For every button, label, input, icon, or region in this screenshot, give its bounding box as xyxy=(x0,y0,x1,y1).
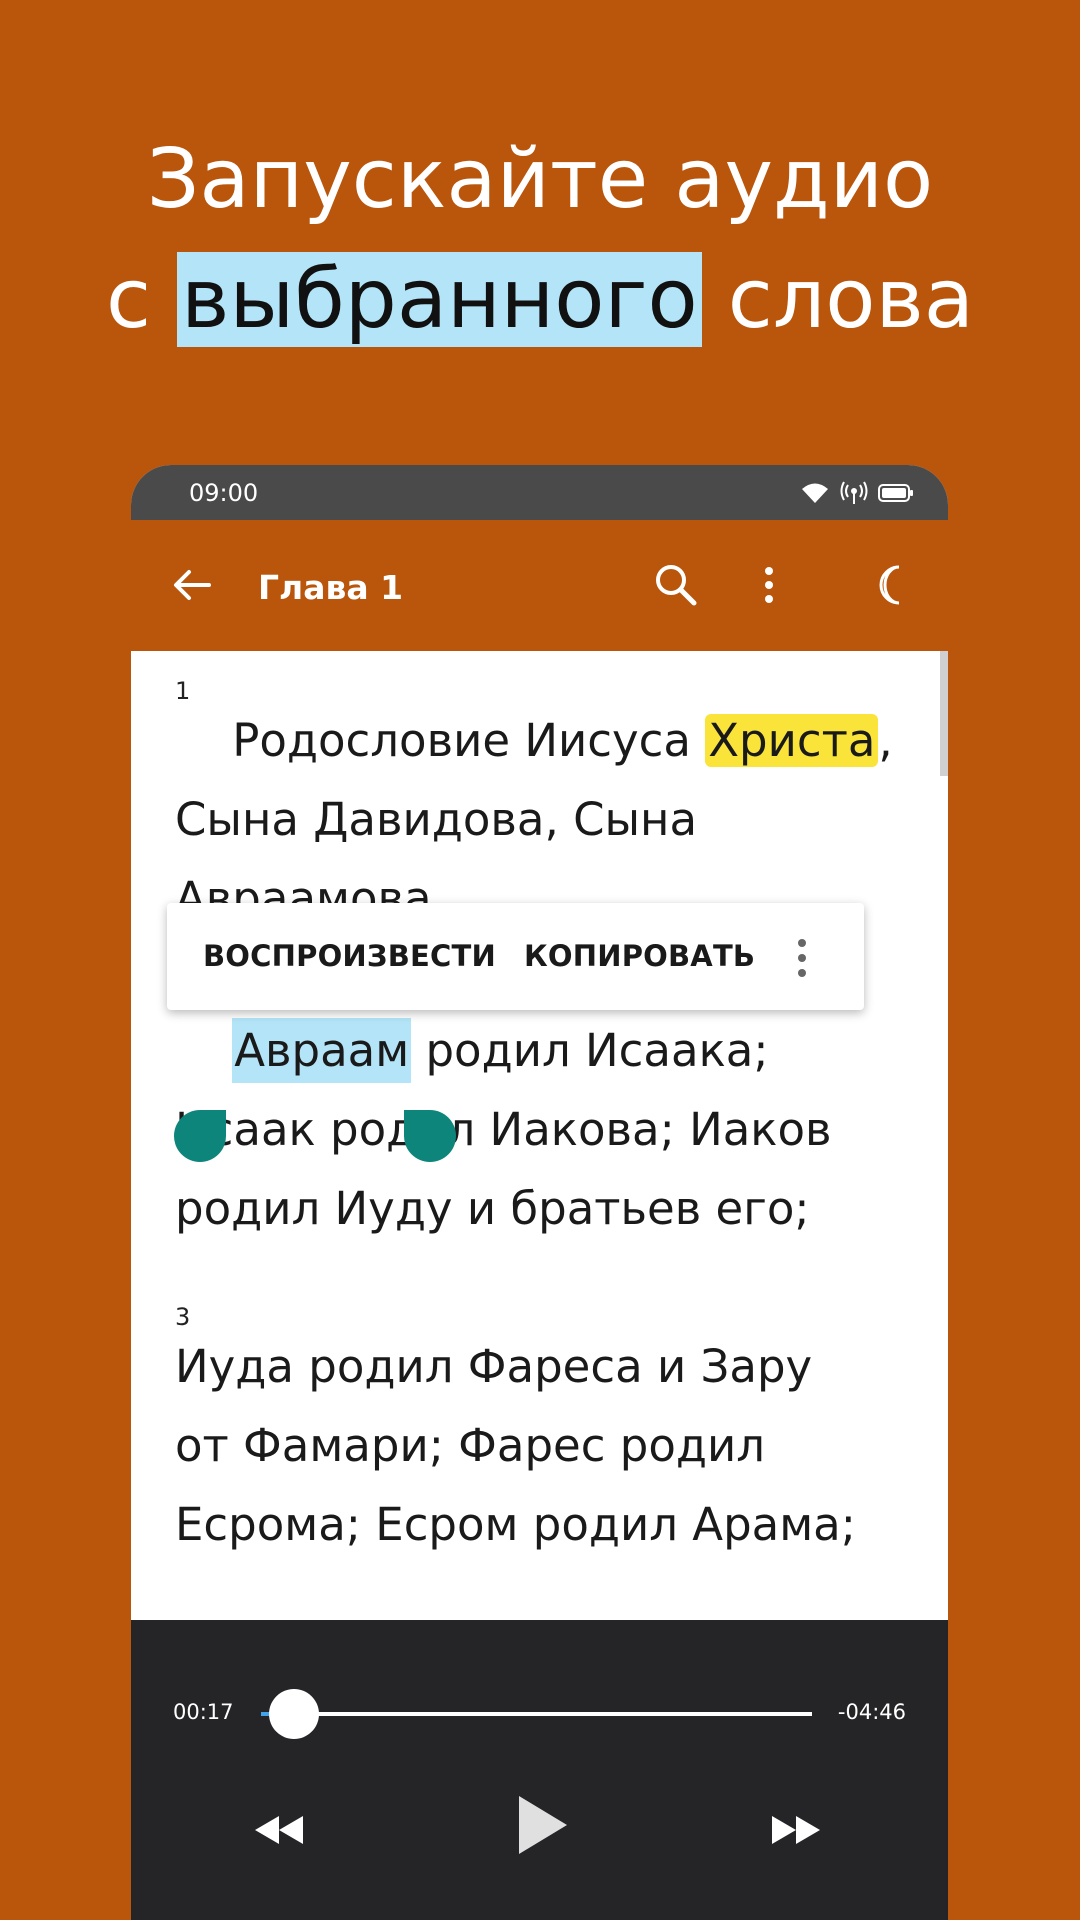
audio-player: 00:17 -04:46 xyxy=(131,1620,948,1920)
phone-screen: 09:00 Глава 1 1 Родословие Иисуса Христа… xyxy=(131,465,948,1920)
search-icon[interactable] xyxy=(651,560,701,610)
promo-line-2-suffix: слова xyxy=(701,252,975,347)
more-vertical-icon[interactable] xyxy=(795,937,809,979)
verse-line[interactable]: Родословие Иисуса Христа, xyxy=(175,712,893,770)
promo-line-1: Запускайте аудио xyxy=(146,132,934,227)
verse-line[interactable]: от Фамари; Фарес родил xyxy=(175,1417,765,1475)
chapter-title: Глава 1 xyxy=(258,568,404,607)
selected-word[interactable]: Авраам xyxy=(232,1018,412,1083)
battery-icon xyxy=(878,484,913,502)
seek-bar-thumb[interactable] xyxy=(269,1689,320,1739)
more-vertical-icon[interactable] xyxy=(759,560,779,610)
verse-line[interactable]: Есрома; Есром родил Арама; xyxy=(175,1496,856,1554)
night-mode-moon-icon[interactable] xyxy=(871,560,911,610)
elapsed-time: 00:17 xyxy=(173,1700,234,1724)
verse-line[interactable]: Авраам родил Исаака; xyxy=(175,1018,769,1083)
chapter-text-area[interactable]: 1 Родословие Иисуса Христа, Сына Давидов… xyxy=(131,651,948,1610)
status-bar: 09:00 xyxy=(131,465,948,520)
verse-line[interactable]: родил Иуду и братьев его; xyxy=(175,1180,810,1238)
verse-line[interactable]: Сына Давидова, Сына xyxy=(175,791,697,849)
promo-highlighted-word: выбранного xyxy=(177,252,702,347)
remaining-time: -04:46 xyxy=(837,1700,906,1724)
verse-text: Родословие Иисуса xyxy=(175,714,706,767)
promo-line-2-prefix: с xyxy=(105,252,178,347)
verse-line[interactable]: Иуда родил Фареса и Зару xyxy=(175,1338,812,1396)
verse-line[interactable]: Исаак родил Иакова; Иаков xyxy=(175,1101,832,1159)
verse-text: родил Исаака; xyxy=(411,1024,769,1077)
rewind-icon[interactable] xyxy=(251,1812,307,1848)
selection-popup-menu: ВОСПРОИЗВЕСТИ КОПИРОВАТЬ xyxy=(167,903,864,1010)
copy-button[interactable]: КОПИРОВАТЬ xyxy=(524,939,755,973)
seek-bar[interactable] xyxy=(261,1689,812,1739)
status-icons xyxy=(800,479,914,507)
signal-icon xyxy=(840,481,868,504)
back-arrow-icon[interactable] xyxy=(169,562,215,608)
wifi-icon xyxy=(802,483,828,503)
promo-headline: Запускайте аудио с выбранного слова xyxy=(0,120,1080,360)
play-from-word-button[interactable]: ВОСПРОИЗВЕСТИ xyxy=(203,939,496,973)
promo-line-2: с выбранного слова xyxy=(0,240,1080,360)
play-icon[interactable] xyxy=(515,1792,571,1858)
app-bar: Глава 1 xyxy=(131,520,948,651)
status-time: 09:00 xyxy=(189,479,259,507)
scroll-indicator[interactable] xyxy=(940,651,948,776)
verse-text xyxy=(175,1024,232,1077)
fast-forward-icon[interactable] xyxy=(768,1812,824,1848)
verse-number: 3 xyxy=(175,1303,191,1331)
verse-number: 1 xyxy=(175,677,191,705)
selection-handle-end[interactable] xyxy=(404,1110,456,1162)
selection-handle-start[interactable] xyxy=(174,1110,226,1162)
verse-text: , xyxy=(878,714,893,767)
highlighted-word[interactable]: Христа xyxy=(705,714,879,767)
